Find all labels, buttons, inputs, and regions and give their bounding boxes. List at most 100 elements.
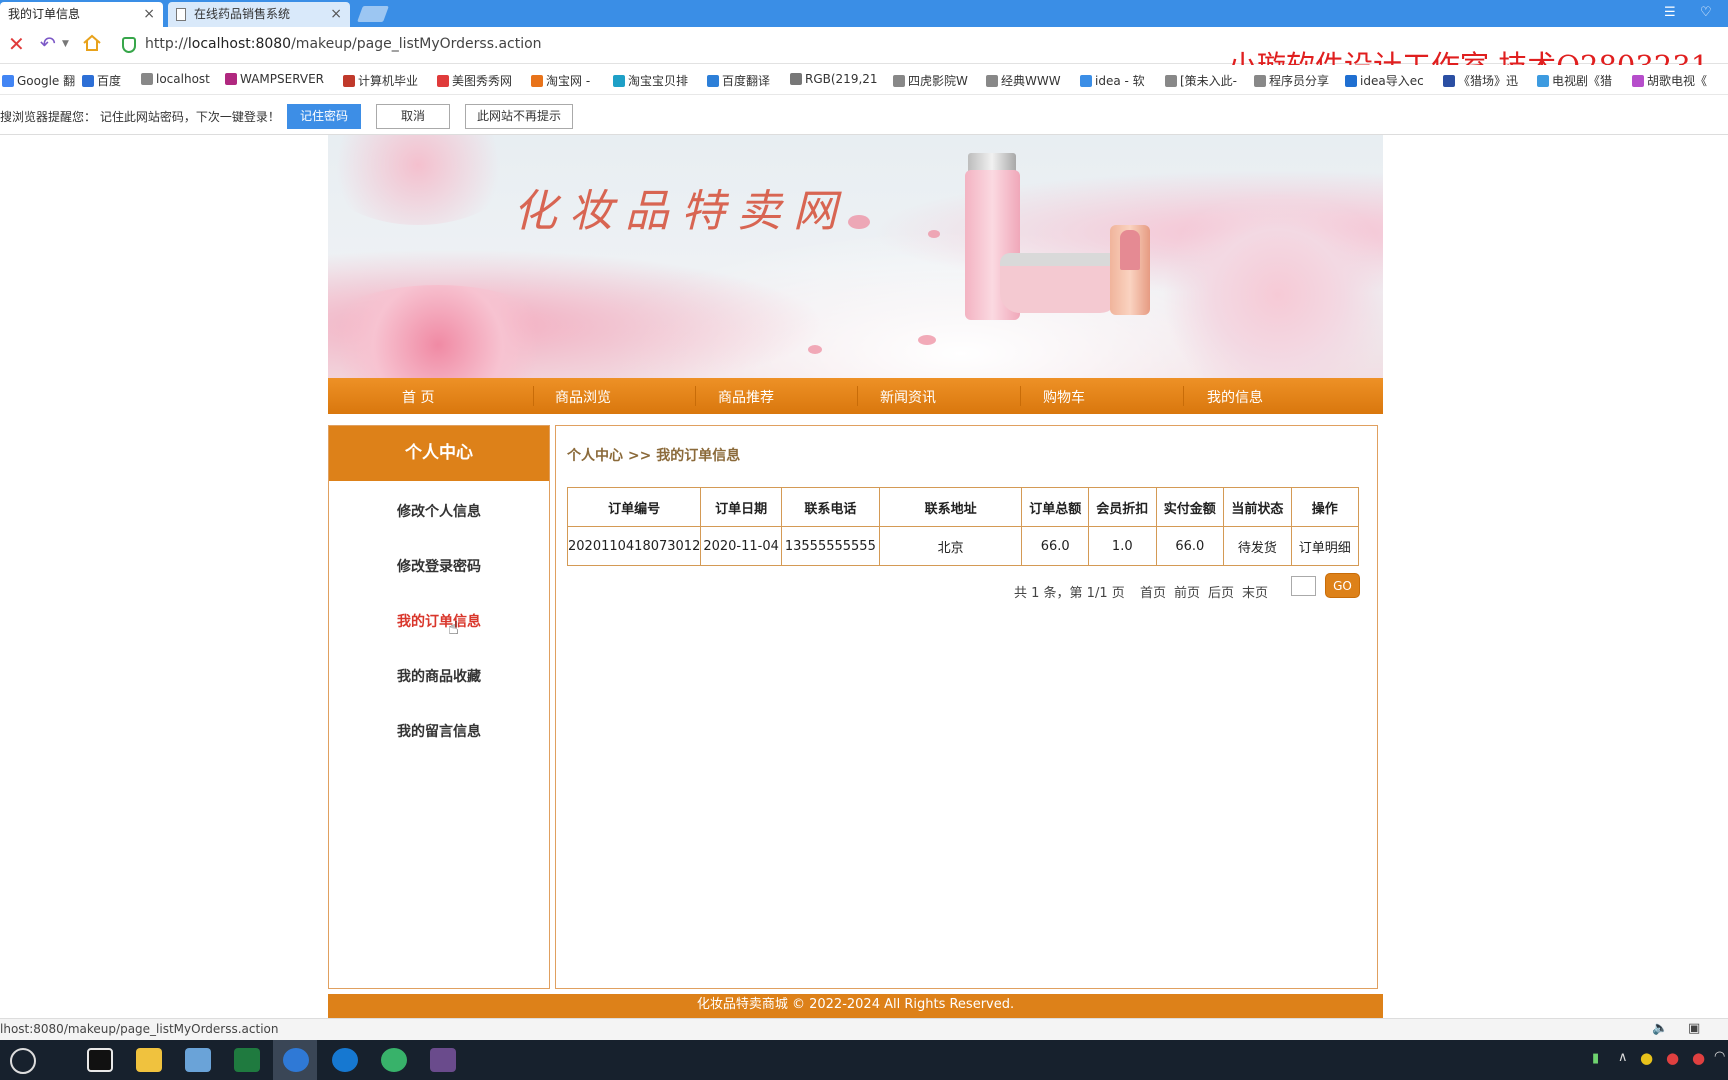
bookmark-item[interactable]: WAMPSERVER: [225, 72, 324, 86]
go-button[interactable]: GO: [1325, 573, 1360, 598]
status-cell: 待发货: [1223, 526, 1292, 566]
save-password-button[interactable]: 记住密码: [287, 104, 361, 129]
bookmark-icon: [531, 75, 543, 87]
qq-tray-icon[interactable]: ●: [1666, 1049, 1679, 1067]
nav-news[interactable]: 新闻资讯: [880, 387, 936, 407]
nav-divider: [533, 386, 534, 406]
nav-divider: [1183, 386, 1184, 406]
shield-icon[interactable]: [122, 37, 136, 53]
sidebar-item-my-messages[interactable]: 我的留言信息: [329, 721, 549, 741]
nav-divider: [857, 386, 858, 406]
bookmark-item[interactable]: 电视剧《猎: [1537, 72, 1612, 89]
nav-recommend[interactable]: 商品推荐: [718, 387, 774, 407]
tab-online-pharmacy[interactable]: 在线药品销售系统 ×: [168, 2, 350, 27]
order-detail-link[interactable]: 订单明细: [1290, 526, 1360, 566]
bookmark-item[interactable]: Google 翻: [2, 72, 75, 89]
bookmark-icon: [893, 75, 905, 87]
bookmark-item[interactable]: 计算机毕业: [343, 72, 418, 89]
status-tray-icon[interactable]: ●: [1640, 1049, 1653, 1067]
bookmark-item[interactable]: 经典WWW: [986, 72, 1061, 89]
bookmark-item[interactable]: 百度翻译: [707, 72, 770, 89]
sidebar-item-change-password[interactable]: 修改登录密码: [329, 556, 549, 576]
pager-last-link[interactable]: 末页: [1242, 582, 1268, 601]
bookmark-item[interactable]: 胡歌电视《: [1632, 72, 1707, 89]
hand-cursor-icon: ☝: [448, 618, 459, 639]
bookmark-icon: [2, 75, 14, 87]
volume-icon[interactable]: 🔈: [1652, 1021, 1668, 1036]
petal-decoration: [918, 335, 936, 345]
url-scheme: http://: [145, 36, 188, 52]
bookmark-item[interactable]: 美图秀秀网: [437, 72, 512, 89]
shirt-icon[interactable]: ♡: [1700, 5, 1712, 20]
pager-next-link[interactable]: 后页: [1208, 582, 1234, 601]
order-total-cell: 66.0: [1021, 526, 1090, 566]
stop-icon[interactable]: ✕: [8, 33, 25, 55]
chevron-up-icon[interactable]: ∧: [1618, 1050, 1628, 1065]
teamviewer-icon[interactable]: [332, 1048, 358, 1072]
breadcrumb: 个人中心 >> 我的订单信息: [567, 448, 741, 464]
folder-icon[interactable]: [136, 1048, 162, 1072]
bookmark-icon: [141, 73, 153, 85]
notepad-icon[interactable]: [185, 1048, 211, 1072]
app-icon[interactable]: [430, 1048, 456, 1072]
qq-icon[interactable]: [87, 1048, 113, 1072]
bookmark-item[interactable]: 四虎影院W: [893, 72, 968, 89]
bookmark-item[interactable]: 百度: [82, 72, 121, 89]
excel-icon[interactable]: [234, 1048, 260, 1072]
bookmark-item[interactable]: 《猎场》迅: [1443, 72, 1518, 89]
url-input[interactable]: http://localhost:8080/makeup/page_listMy…: [145, 36, 542, 52]
close-icon[interactable]: ×: [143, 2, 155, 27]
nav-divider: [1020, 386, 1021, 406]
new-tab-button[interactable]: [357, 6, 389, 22]
nav-divider: [695, 386, 696, 406]
os-taskbar: ▮ ∧ ● ● ● ◠: [0, 1040, 1728, 1080]
window-icon[interactable]: ▣: [1688, 1021, 1700, 1036]
menu-icon[interactable]: ☰: [1664, 5, 1676, 20]
battery-icon[interactable]: ▮: [1592, 1051, 1599, 1066]
column-header: 订单总额: [1021, 487, 1090, 527]
flower-decoration: [1148, 195, 1383, 378]
table-header-row: 订单编号 订单日期 联系电话 联系地址 订单总额 会员折扣 实付金额 当前状态 …: [566, 487, 1360, 527]
bookmark-label: 淘宝网 -: [546, 74, 591, 88]
pager-prev-link[interactable]: 前页: [1174, 582, 1200, 601]
bookmark-label: 电视剧《猎: [1552, 74, 1613, 88]
sidebar-item-my-orders[interactable]: 我的订单信息: [329, 611, 549, 631]
bookmark-item[interactable]: 程序员分享: [1254, 72, 1329, 89]
close-icon[interactable]: ×: [330, 2, 342, 27]
bookmark-item[interactable]: idea导入ec: [1345, 72, 1424, 89]
bookmark-item[interactable]: 淘宝网 -: [531, 72, 590, 89]
bookmark-item[interactable]: RGB(219,21: [790, 72, 878, 86]
paid-amount-cell: 66.0: [1155, 526, 1225, 566]
bookmark-item[interactable]: idea - 软: [1080, 72, 1145, 89]
bookmark-label: WAMPSERVER: [240, 72, 325, 86]
wifi-icon[interactable]: ◠: [1714, 1049, 1725, 1064]
nav-cart[interactable]: 购物车: [1043, 387, 1085, 407]
nav-browse[interactable]: 商品浏览: [555, 387, 611, 407]
sidebar-title: 个人中心: [329, 426, 549, 481]
never-prompt-button[interactable]: 此网站不再提示: [465, 104, 573, 129]
wechat-icon[interactable]: [381, 1048, 407, 1072]
sidebar-item-my-favorites[interactable]: 我的商品收藏: [329, 666, 549, 686]
site-footer: 化妆品特卖商城 © 2022-2024 All Rights Reserved.: [328, 994, 1383, 1018]
bookmark-item[interactable]: [策未入此-: [1165, 72, 1237, 89]
bookmark-item[interactable]: localhost: [141, 72, 210, 86]
bookmark-label: 四虎影院W: [908, 74, 968, 88]
nav-my-info[interactable]: 我的信息: [1207, 387, 1263, 407]
undo-icon[interactable]: ↶: [40, 33, 56, 55]
sogou-browser-icon[interactable]: [283, 1048, 309, 1072]
home-icon[interactable]: [82, 33, 102, 53]
pager-first-link[interactable]: 首页: [1140, 582, 1166, 601]
cancel-button[interactable]: 取消: [376, 104, 450, 129]
order-number-cell: 2020110418073012: [566, 526, 702, 566]
chevron-down-icon[interactable]: ▼: [62, 39, 69, 49]
tab-my-orders[interactable]: 我的订单信息 ×: [0, 2, 163, 27]
bookmark-item[interactable]: 淘宝宝贝排: [613, 72, 688, 89]
sidebar-item-edit-profile[interactable]: 修改个人信息: [329, 501, 549, 521]
column-header: 当前状态: [1223, 487, 1292, 527]
qq-tray-icon[interactable]: ●: [1692, 1049, 1705, 1067]
search-icon[interactable]: [10, 1048, 36, 1074]
nav-home[interactable]: 首 页: [402, 387, 434, 407]
bookmark-label: 程序员分享: [1269, 74, 1330, 88]
page-number-input[interactable]: [1291, 576, 1316, 596]
bookmark-label: localhost: [156, 72, 210, 86]
